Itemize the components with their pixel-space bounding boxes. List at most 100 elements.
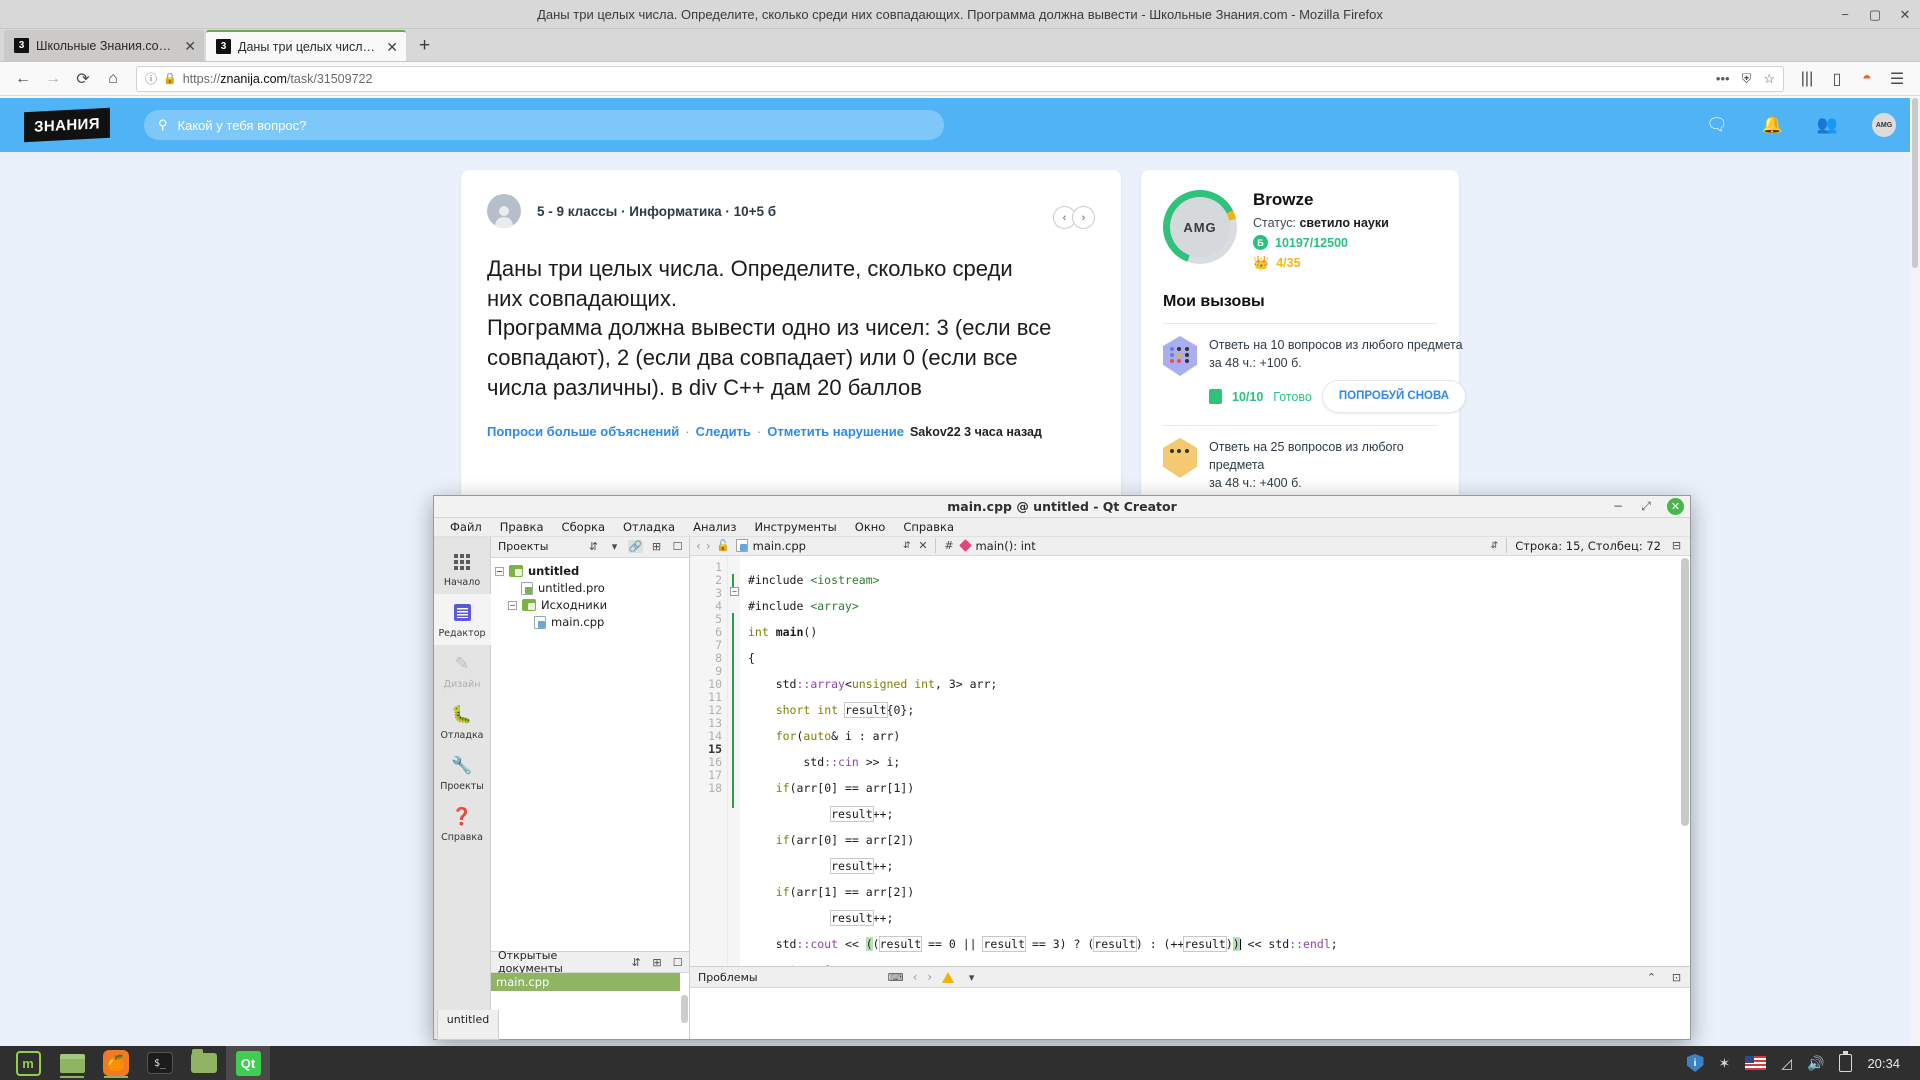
taskbar-file-manager[interactable]	[182, 1046, 226, 1080]
collapse-panel-icon[interactable]: ⌃	[1644, 971, 1659, 984]
lock-icon[interactable]: 🔓	[716, 539, 731, 552]
code-editor[interactable]: 1 2 3 4 5 6 7 8 9 10 11 12 13 14 15 16 1	[690, 555, 1690, 967]
tree-item-main-cpp[interactable]: main.cpp	[491, 614, 689, 631]
split-icon[interactable]: ⊞	[649, 540, 664, 553]
wifi-icon[interactable]: ◿	[1781, 1055, 1792, 1072]
maximize-panel-icon[interactable]: ⊡	[1669, 971, 1684, 984]
challenge-item[interactable]: Ответь на 10 вопросов из любого предмета…	[1163, 323, 1467, 425]
report-link[interactable]: Отметить нарушение	[767, 424, 904, 439]
forward-icon[interactable]: →	[40, 66, 66, 92]
menu-tools[interactable]: Инструменты	[746, 518, 844, 536]
reload-icon[interactable]: ⟳	[70, 66, 96, 92]
fold-marker-icon[interactable]: −	[730, 586, 739, 596]
bluetooth-icon[interactable]: ✶	[1719, 1055, 1731, 1072]
problems-prev-icon[interactable]: ‹	[913, 970, 918, 984]
challenge-item[interactable]: Ответь на 25 вопросов из любого предмета…	[1163, 424, 1437, 504]
editor-scrollbar[interactable]	[1680, 555, 1690, 967]
address-bar[interactable]: ⓘ 🔒 https://znanija.com/task/31509722 ••…	[136, 65, 1784, 92]
maximize-button[interactable]: ▢	[1868, 7, 1882, 22]
nav-forward-icon[interactable]: ›	[706, 539, 711, 553]
symbol-combo-arrows-icon[interactable]: ⇵	[1491, 541, 1499, 550]
page-actions-icon[interactable]: •••	[1716, 71, 1730, 86]
collapse-icon[interactable]: −	[508, 600, 517, 610]
split-editor-icon[interactable]: ⊟	[1669, 539, 1684, 552]
menu-edit[interactable]: Правка	[492, 518, 552, 536]
taskbar-window-list[interactable]	[50, 1046, 94, 1080]
qt-maximize-button[interactable]: ⤢	[1639, 499, 1653, 514]
close-document-icon[interactable]: ✕	[915, 539, 930, 552]
page-info-icon[interactable]: ⓘ	[145, 70, 157, 87]
try-again-button[interactable]: ПОПРОБУЙ СНОВА	[1321, 380, 1467, 413]
mode-editor[interactable]: Редактор	[433, 593, 491, 645]
file-combo-arrows-icon[interactable]: ⇵	[903, 541, 911, 550]
qt-minimize-button[interactable]: −	[1611, 499, 1625, 513]
pocket-icon[interactable]: ⛨	[1742, 71, 1752, 87]
menu-file[interactable]: Файл	[442, 518, 490, 536]
menu-analyze[interactable]: Анализ	[685, 518, 744, 536]
menu-build[interactable]: Сборка	[554, 518, 613, 536]
sidebar-icon[interactable]: ▯	[1824, 66, 1850, 92]
keyboard-flag-icon[interactable]	[1745, 1056, 1767, 1070]
qt-close-button[interactable]: ✕	[1667, 497, 1684, 515]
taskbar-firefox[interactable]: 🍊	[94, 1046, 138, 1080]
combo-updown-icon[interactable]: ⇵	[586, 540, 601, 553]
new-tab-button[interactable]: +	[408, 35, 441, 61]
profile-name[interactable]: Browze	[1253, 190, 1389, 210]
filter-icon[interactable]: ▾	[607, 540, 622, 553]
tree-item-sources[interactable]: − Исходники	[491, 597, 689, 614]
taskbar-qt-creator[interactable]: Qt	[226, 1046, 270, 1080]
page-scrollbar[interactable]	[1910, 98, 1920, 1046]
split-icon[interactable]: ⊞	[650, 956, 665, 969]
current-file-name[interactable]: main.cpp	[753, 539, 806, 553]
taskbar-terminal[interactable]: $_	[138, 1046, 182, 1080]
friends-icon[interactable]: 👥	[1817, 115, 1838, 135]
menu-debug[interactable]: Отладка	[615, 518, 683, 536]
back-icon[interactable]: ←	[10, 66, 36, 92]
tree-item-pro-file[interactable]: untitled.pro	[491, 580, 689, 597]
follow-link[interactable]: Следить	[696, 424, 751, 439]
home-icon[interactable]: ⌂	[100, 66, 126, 92]
menu-help[interactable]: Справка	[895, 518, 962, 536]
next-question-button[interactable]: ›	[1072, 206, 1095, 229]
symbol-name[interactable]: main(): int	[975, 539, 1035, 553]
mode-debug[interactable]: 🐛 Отладка	[434, 696, 491, 747]
code-text[interactable]: #include <iostream> #include <array> int…	[740, 556, 1690, 966]
library-icon[interactable]: |||	[1794, 66, 1820, 92]
open-documents-scrollbar[interactable]	[680, 973, 689, 1039]
close-button[interactable]: ✕	[1898, 7, 1912, 22]
mode-welcome[interactable]: Начало	[434, 543, 491, 594]
site-logo[interactable]: ЗНАНИЯ	[24, 107, 110, 143]
menu-window[interactable]: Окно	[847, 518, 894, 536]
nav-back-icon[interactable]: ‹	[696, 539, 701, 553]
filter-icon[interactable]: ▾	[964, 971, 979, 984]
messages-icon[interactable]: 🗨	[1706, 115, 1728, 135]
mode-help[interactable]: ❓ Справка	[434, 798, 491, 849]
problems-next-icon[interactable]: ›	[927, 970, 932, 984]
close-panel-icon[interactable]: ☐	[670, 956, 685, 969]
close-panel-icon[interactable]: ☐	[670, 540, 685, 553]
link-icon[interactable]: 🔗	[628, 540, 643, 554]
combo-updown-icon[interactable]: ⇵	[629, 956, 644, 969]
warning-icon[interactable]	[942, 971, 955, 983]
clock[interactable]: 20:34	[1867, 1056, 1900, 1071]
fold-and-change-bar[interactable]: −	[728, 555, 740, 967]
collapse-icon[interactable]: −	[495, 566, 504, 576]
browser-tab-1[interactable]: 3 Школьные Знания.com - Ре ✕	[4, 30, 204, 61]
hamburger-menu-icon[interactable]: ☰	[1884, 66, 1910, 92]
minimize-button[interactable]: −	[1838, 7, 1852, 22]
hash-icon[interactable]: #	[941, 539, 956, 552]
profile-avatar[interactable]: AMG	[1170, 197, 1230, 257]
user-avatar[interactable]: AMG	[1872, 113, 1896, 137]
mode-projects[interactable]: 🔧 Проекты	[434, 747, 491, 798]
update-shield-icon[interactable]: i	[1686, 1054, 1704, 1072]
account-icon[interactable]: ◓	[1854, 66, 1880, 92]
tab-close-icon[interactable]: ✕	[184, 39, 196, 53]
volume-icon[interactable]: 🔊	[1807, 1055, 1824, 1072]
browser-tab-2[interactable]: 3 Даны три целых числа. Опр ✕	[206, 30, 406, 61]
clear-icon[interactable]: ⌨	[888, 971, 904, 984]
battery-icon[interactable]	[1839, 1051, 1853, 1072]
taskbar-mint-menu[interactable]: m	[6, 1046, 50, 1080]
notifications-bell-icon[interactable]: 🔔	[1762, 115, 1783, 135]
ask-more-link[interactable]: Попроси больше объяснений	[487, 424, 679, 439]
site-search-input[interactable]: ⚲ Какой у тебя вопрос?	[144, 110, 944, 140]
